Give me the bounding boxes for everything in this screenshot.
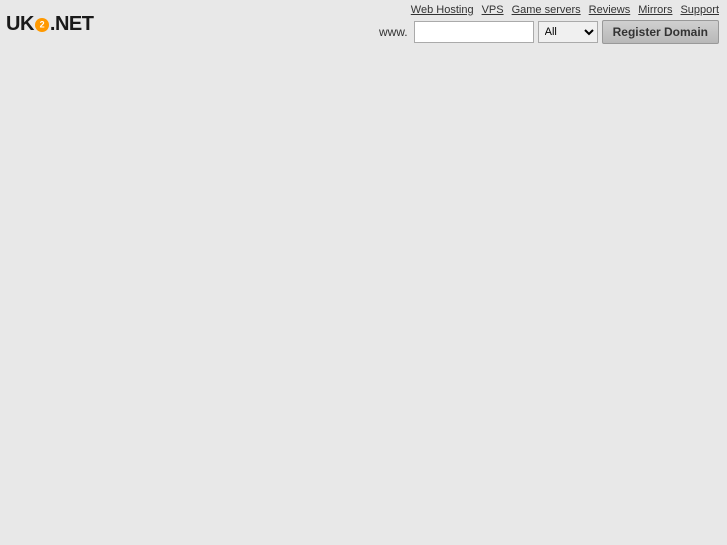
header: UK .NET Web Hosting VPS Game servers Revi… [0,0,727,48]
nav-vps[interactable]: VPS [482,4,504,16]
logo-circle-icon [35,18,49,32]
logo-uk: UK [6,13,34,35]
www-label: www. [379,25,408,39]
domain-bar: www. All .com .net .org .co.uk .me.uk Re… [379,20,719,44]
nav-reviews[interactable]: Reviews [589,4,631,16]
register-domain-button[interactable]: Register Domain [602,20,719,44]
top-nav: Web Hosting VPS Game servers Reviews Mir… [411,4,719,16]
logo-text: UK .NET [6,14,93,34]
logo-net: .NET [50,13,94,35]
nav-support[interactable]: Support [680,4,719,16]
navigation: Web Hosting VPS Game servers Reviews Mir… [379,4,719,44]
tld-select[interactable]: All .com .net .org .co.uk .me.uk [538,21,598,43]
nav-mirrors[interactable]: Mirrors [638,4,672,16]
nav-game-servers[interactable]: Game servers [512,4,581,16]
nav-web-hosting[interactable]: Web Hosting [411,4,474,16]
main-content [0,48,727,68]
domain-input[interactable] [414,21,534,43]
logo[interactable]: UK .NET [6,14,93,34]
